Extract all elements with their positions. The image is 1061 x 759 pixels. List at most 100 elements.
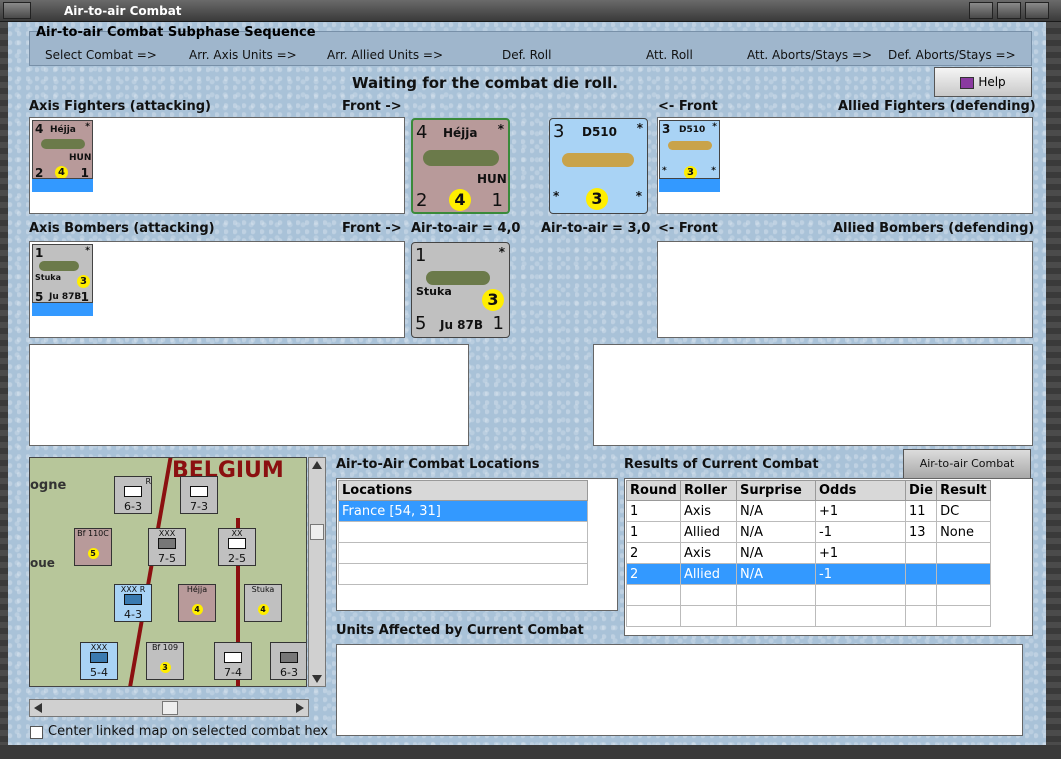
- map-air-counter[interactable]: Bf 109 3: [146, 642, 184, 680]
- results-title: Results of Current Combat: [624, 457, 819, 472]
- allied-bombers-label: Allied Bombers (defending): [833, 221, 1035, 236]
- close-button[interactable]: [1025, 2, 1049, 19]
- location-row[interactable]: France [54, 31]: [338, 500, 588, 522]
- results-table: Round Roller Surprise Odds Die Result 1A…: [626, 480, 992, 627]
- results-col-odds: Odds: [815, 480, 906, 501]
- map-air-counter[interactable]: Stuka 4: [244, 584, 282, 622]
- results-col-round: Round: [626, 480, 681, 501]
- map-unit-counter[interactable]: XXX 7-5: [148, 528, 186, 566]
- window-frame-bottom: [0, 745, 1061, 759]
- infantry-icon: [280, 652, 298, 663]
- axis-fighter-large-counter[interactable]: 4 Héjja * HUN 2 4 1: [411, 118, 510, 214]
- results-col-result: Result: [936, 480, 992, 501]
- allied-air-to-air-value: Air-to-air = 3,0: [541, 221, 651, 236]
- map-air-counter[interactable]: Héjja 4: [178, 584, 216, 622]
- units-affected-panel[interactable]: [336, 644, 1023, 736]
- axis-fighter-selection-bar: [32, 179, 93, 192]
- plane-icon: [39, 261, 79, 271]
- axis-bombers-label: Axis Bombers (attacking): [29, 221, 215, 236]
- map-unit-counter[interactable]: XX 2-5: [218, 528, 256, 566]
- infantry-icon: [158, 538, 176, 549]
- map-unit-counter[interactable]: XXX R 4-3: [114, 584, 152, 622]
- scroll-thumb[interactable]: [162, 701, 178, 715]
- air-combat-chart-button[interactable]: Air-to-air Combat Chart: [903, 449, 1031, 498]
- infantry-icon: [124, 486, 142, 497]
- results-col-die: Die: [904, 480, 938, 501]
- results-col-surprise: Surprise: [736, 480, 816, 501]
- results-row[interactable]: 2 Axis N/A +1: [626, 542, 992, 564]
- help-button-label: Help: [978, 75, 1006, 89]
- allied-fighter-selection-bar: [659, 179, 720, 192]
- results-row[interactable]: 1 Axis N/A +1 11 DC: [626, 500, 992, 522]
- results-row[interactable]: 2 Allied N/A -1: [626, 563, 992, 585]
- allied-fighters-front-label: <- Front: [658, 99, 718, 114]
- phase-sequence-title: Air-to-air Combat Subphase Sequence: [36, 25, 316, 40]
- map-vertical-scrollbar[interactable]: [308, 457, 326, 687]
- scroll-left-icon: [34, 703, 42, 713]
- map-unit-counter[interactable]: XXX 5-4: [80, 642, 118, 680]
- axis-bombers-front-label: Front ->: [342, 221, 402, 236]
- allied-extra-panel[interactable]: [593, 344, 1033, 446]
- allied-fighter-large-counter[interactable]: 3 D510 * * 3 *: [549, 118, 648, 214]
- axis-bomber-selection-bar: [32, 303, 93, 316]
- map-air-counter[interactable]: Bf 110C 5: [74, 528, 112, 566]
- axis-bomber-small-counter[interactable]: 1 * Stuka 3 5 Ju 87B 1: [32, 244, 93, 303]
- map-label-oue: oue: [30, 556, 55, 570]
- help-book-icon: [960, 76, 975, 89]
- location-row[interactable]: [338, 542, 588, 564]
- locations-table: Locations France [54, 31]: [338, 480, 588, 585]
- scroll-up-icon: [312, 461, 322, 469]
- status-message: Waiting for the combat die roll.: [352, 74, 618, 92]
- infantry-icon: [224, 652, 242, 663]
- allied-bombers-panel[interactable]: [657, 241, 1033, 338]
- title-bar: Air-to-air Combat: [0, 0, 1061, 22]
- allied-fighter-small-counter[interactable]: 3 D510 * * 3 *: [659, 120, 720, 179]
- infantry-icon: [228, 538, 246, 549]
- infantry-icon: [90, 652, 108, 663]
- results-row[interactable]: [626, 584, 992, 606]
- infantry-icon: [190, 486, 208, 497]
- map-unit-counter[interactable]: 7-4: [214, 642, 252, 680]
- map-unit-counter[interactable]: R 6-3: [114, 476, 152, 514]
- phase-step-att-roll: Att. Roll: [646, 48, 693, 62]
- location-row[interactable]: [338, 563, 588, 585]
- maximize-button[interactable]: [997, 2, 1021, 19]
- map-label-ogne: ogne: [30, 478, 67, 493]
- results-row[interactable]: 1 Allied N/A -1 13 None: [626, 521, 992, 543]
- allied-bombers-front-label: <- Front: [658, 221, 718, 236]
- axis-extra-panel[interactable]: [29, 344, 469, 446]
- center-map-checkbox[interactable]: [30, 726, 43, 739]
- map-unit-counter[interactable]: 7-3: [180, 476, 218, 514]
- results-row[interactable]: [626, 605, 992, 627]
- plane-icon: [41, 139, 85, 149]
- axis-bomber-large-counter[interactable]: 1 * Stuka 3 5 Ju 87B 1: [411, 242, 510, 338]
- locations-header: Locations: [338, 480, 588, 501]
- plane-icon: [668, 141, 712, 150]
- units-affected-title: Units Affected by Current Combat: [336, 623, 584, 638]
- system-menu-button[interactable]: [3, 2, 31, 19]
- scroll-right-icon: [296, 703, 304, 713]
- phase-step-select-combat: Select Combat =>: [45, 48, 157, 62]
- phase-step-arr-allied: Arr. Allied Units =>: [327, 48, 444, 62]
- main-panel: Air-to-air Combat Subphase Sequence Sele…: [8, 22, 1046, 745]
- help-button[interactable]: Help: [934, 67, 1032, 97]
- map-horizontal-scrollbar[interactable]: [29, 699, 309, 717]
- location-row[interactable]: [338, 521, 588, 543]
- map-unit-counter[interactable]: 6-3: [270, 642, 306, 680]
- axis-fighters-label: Axis Fighters (attacking): [29, 99, 211, 114]
- plane-icon: [423, 150, 499, 166]
- locations-title: Air-to-Air Combat Locations: [336, 457, 540, 472]
- axis-fighter-small-counter[interactable]: 4 Héjja * HUN 2 4 1: [32, 120, 93, 179]
- phase-step-arr-axis: Arr. Axis Units =>: [189, 48, 297, 62]
- linked-map-view[interactable]: ogne BELGIUM oue R 6-3 7-3 XXX 7-5 XX 2-5 X…: [29, 457, 307, 687]
- axis-air-to-air-value: Air-to-air = 4,0: [411, 221, 521, 236]
- scroll-thumb[interactable]: [310, 524, 324, 540]
- phase-step-def-aborts: Def. Aborts/Stays =>: [888, 48, 1016, 62]
- minimize-button[interactable]: [969, 2, 993, 19]
- axis-fighters-front-label: Front ->: [342, 99, 402, 114]
- window-title: Air-to-air Combat: [64, 4, 182, 18]
- results-header-row: Round Roller Surprise Odds Die Result: [626, 480, 992, 501]
- results-col-roller: Roller: [680, 480, 737, 501]
- plane-icon: [562, 153, 634, 167]
- infantry-icon: [124, 594, 142, 605]
